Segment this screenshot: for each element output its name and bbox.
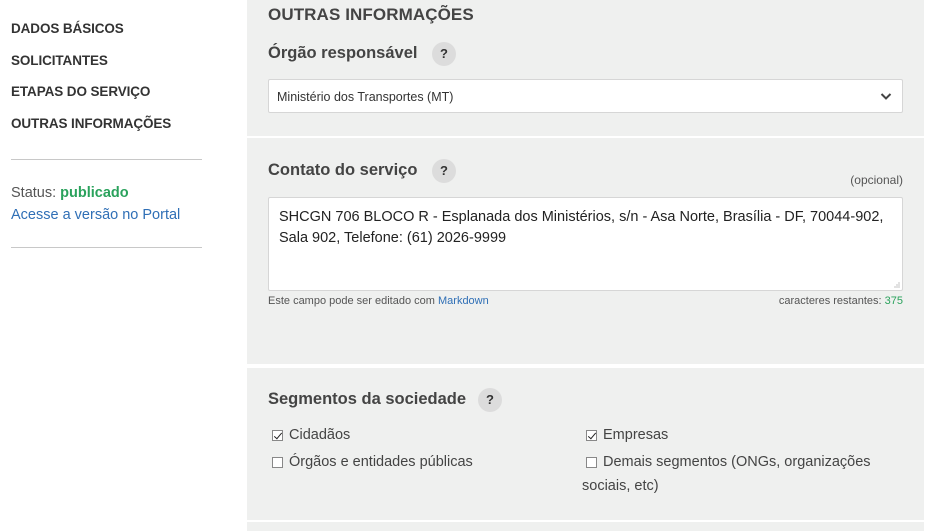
segmentos-label: Segmentos da sociedade xyxy=(268,390,467,408)
sidebar-item-dados-basicos[interactable]: DADOS BÁSICOS xyxy=(11,21,124,36)
portal-link[interactable]: Acesse a versão no Portal xyxy=(11,207,180,223)
sidebar-divider xyxy=(11,159,202,160)
sidebar: DADOS BÁSICOS SOLICITANTES ETAPAS DO SER… xyxy=(0,0,247,531)
status-label: Status: xyxy=(11,185,57,201)
help-icon[interactable]: ? xyxy=(432,42,456,66)
remaining-label: caracteres restantes: xyxy=(778,295,882,307)
panel-next xyxy=(247,522,924,531)
status-badge: publicado xyxy=(60,185,129,201)
orgao-select-value: Ministério dos Transportes (MT) xyxy=(277,90,454,104)
checkbox-orgaos-entidades[interactable] xyxy=(272,457,283,468)
orgao-select[interactable]: Ministério dos Transportes (MT) xyxy=(268,79,903,113)
remaining-characters: caracteres restantes: 375 xyxy=(779,295,903,307)
contato-textarea[interactable]: SHCGN 706 BLOCO R - Esplanada dos Minist… xyxy=(268,197,903,291)
page-title: OUTRAS INFORMAÇÕES xyxy=(268,5,474,24)
sidebar-divider xyxy=(11,247,202,248)
checkbox-empresas[interactable] xyxy=(586,430,597,441)
chevron-down-icon xyxy=(880,93,892,100)
help-icon[interactable]: ? xyxy=(432,159,456,183)
markdown-link[interactable]: Markdown xyxy=(438,295,489,307)
checkbox-label-demais-segmentos: Demais segmentos (ONGs, organizações soc… xyxy=(582,454,871,494)
checkbox-label-orgaos-entidades: Órgãos e entidades públicas xyxy=(289,454,473,470)
contato-textarea-value: SHCGN 706 BLOCO R - Esplanada dos Minist… xyxy=(279,209,884,246)
checkbox-label-empresas: Empresas xyxy=(603,427,669,443)
sidebar-item-etapas-do-servico[interactable]: ETAPAS DO SERVIÇO xyxy=(11,84,150,99)
checkbox-cidadaos[interactable] xyxy=(272,430,283,441)
optional-label: (opcional) xyxy=(850,173,903,187)
hint-text: Este campo pode ser editado com xyxy=(268,295,435,307)
sidebar-item-solicitantes[interactable]: SOLICITANTES xyxy=(11,53,108,68)
status-line: Status: publicado xyxy=(11,185,129,201)
contato-label: Contato do serviço xyxy=(268,161,418,179)
help-icon[interactable]: ? xyxy=(478,388,502,412)
orgao-label: Órgão responsável xyxy=(268,44,418,62)
markdown-hint: Este campo pode ser editado com Markdown xyxy=(268,295,489,307)
resize-handle-icon[interactable] xyxy=(892,280,900,288)
sidebar-item-outras-informacoes[interactable]: OUTRAS INFORMAÇÕES xyxy=(11,116,171,131)
remaining-count: 375 xyxy=(884,295,903,307)
checkbox-label-cidadaos: Cidadãos xyxy=(289,427,351,443)
